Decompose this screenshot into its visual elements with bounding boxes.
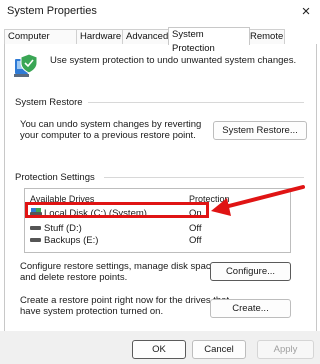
drive-icon xyxy=(30,226,41,230)
drive-row[interactable]: Backups (E:) Off xyxy=(25,235,288,246)
drive-icon xyxy=(30,238,41,242)
drive-name: Stuff (D:) xyxy=(44,223,82,234)
create-button[interactable]: Create... xyxy=(210,299,291,318)
configure-description: Configure restore settings, manage disk … xyxy=(20,261,219,283)
tab-advanced[interactable]: Advanced xyxy=(122,29,172,44)
system-protection-icon xyxy=(14,53,38,77)
system-restore-description: You can undo system changes by reverting… xyxy=(20,119,202,141)
drive-protection-status: Off xyxy=(189,235,202,246)
tab-hardware[interactable]: Hardware xyxy=(76,29,124,44)
annotation-highlight-box xyxy=(25,202,209,218)
close-button[interactable]: × xyxy=(292,0,320,24)
drive-row[interactable]: Stuff (D:) Off xyxy=(25,223,288,234)
divider xyxy=(88,102,304,103)
apply-button[interactable]: Apply xyxy=(257,340,314,359)
protection-settings-label: Protection Settings xyxy=(15,172,95,183)
system-restore-label: System Restore xyxy=(15,97,83,108)
configure-button[interactable]: Configure... xyxy=(210,262,291,281)
window-title: System Properties xyxy=(7,5,97,17)
annotation-arrow-icon xyxy=(211,185,305,216)
divider xyxy=(104,177,304,178)
ok-button[interactable]: OK xyxy=(132,340,186,359)
intro-text: Use system protection to undo unwanted s… xyxy=(50,55,297,66)
cancel-button[interactable]: Cancel xyxy=(192,340,246,359)
tab-system-protection[interactable]: System Protection xyxy=(168,27,250,54)
system-restore-button[interactable]: System Restore... xyxy=(213,121,307,140)
tab-computer-name[interactable]: Computer Name xyxy=(4,29,78,56)
tab-remote[interactable]: Remote xyxy=(246,29,285,44)
tab-strip: Computer Name Hardware Advanced System P… xyxy=(4,27,316,56)
create-description: Create a restore point right now for the… xyxy=(20,295,230,317)
drive-name: Backups (E:) xyxy=(44,235,99,246)
drive-protection-status: Off xyxy=(189,223,202,234)
